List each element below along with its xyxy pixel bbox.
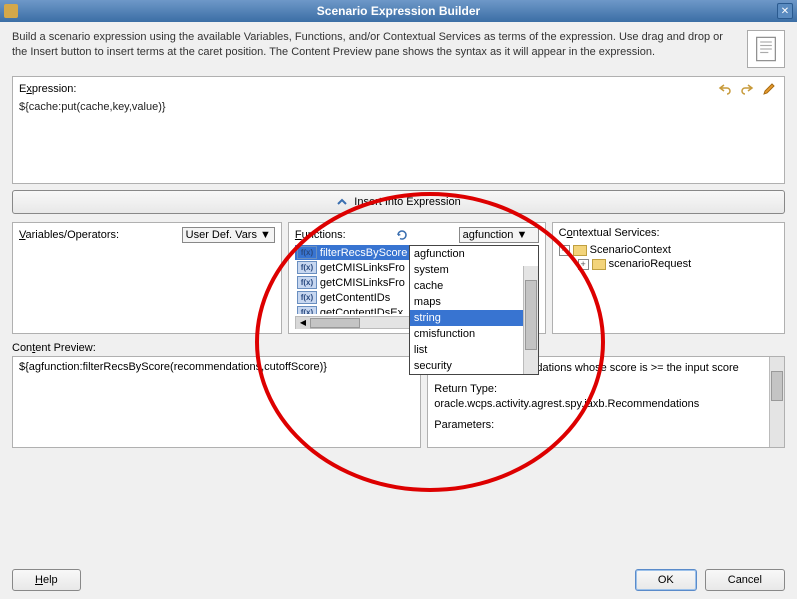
folder-icon	[592, 259, 606, 270]
return-type-value: oracle.wcps.activity.agrest.spy.jaxb.Rec…	[434, 397, 778, 412]
dropdown-option[interactable]: string	[410, 310, 538, 326]
intro-row: Build a scenario expression using the av…	[12, 30, 785, 68]
cancel-button[interactable]: Cancel	[705, 569, 785, 591]
dropdown-scrollbar[interactable]	[523, 266, 538, 374]
edit-icon[interactable]	[760, 81, 778, 97]
fx-icon: f(x)	[297, 246, 317, 259]
dropdown-option[interactable]: security	[410, 358, 538, 374]
contextual-panel: Contextual Services: −ScenarioContext +s…	[552, 222, 785, 334]
parameters-label: Parameters:	[434, 418, 778, 433]
ok-button[interactable]: OK	[635, 569, 697, 591]
functions-dropdown-open: agfunction system cache maps string cmis…	[409, 245, 539, 375]
dropdown-option[interactable]: system	[410, 262, 538, 278]
vertical-scrollbar[interactable]	[769, 357, 784, 447]
help-button[interactable]: Help	[12, 569, 81, 591]
insert-into-expression-button[interactable]: Insert Into Expression	[12, 190, 785, 214]
preview-expression: ${agfunction:filterRecsByScore(recommend…	[19, 361, 327, 373]
chevron-up-icon	[336, 196, 348, 208]
fx-icon: f(x)	[297, 276, 317, 289]
dropdown-option[interactable]: cmisfunction	[410, 326, 538, 342]
dropdown-option[interactable]: list	[410, 342, 538, 358]
functions-namespace-select[interactable]: agfunction ▼	[459, 227, 539, 243]
content-preview-label: Content Preview:	[12, 342, 785, 354]
expression-textarea[interactable]: ${cache:put(cache,key,value)}	[19, 99, 778, 179]
window-title: Scenario Expression Builder	[0, 4, 797, 18]
dropdown-option[interactable]: agfunction	[410, 246, 538, 262]
dropdown-option[interactable]: cache	[410, 278, 538, 294]
redo-icon[interactable]	[738, 81, 756, 97]
refresh-icon[interactable]	[394, 227, 410, 243]
fx-icon: f(x)	[297, 306, 317, 314]
expression-box: Expression: ${cache:put(cache,key,value)…	[12, 76, 785, 184]
variables-select[interactable]: User Def. Vars ▼	[182, 227, 275, 243]
intro-text: Build a scenario expression using the av…	[12, 30, 735, 68]
fx-icon: f(x)	[297, 291, 317, 304]
dropdown-option[interactable]: maps	[410, 294, 538, 310]
variables-label: Variables/Operators:	[19, 229, 119, 241]
undo-icon[interactable]	[716, 81, 734, 97]
expand-icon[interactable]: +	[578, 259, 589, 270]
return-type-label: Return Type:	[434, 382, 778, 397]
folder-icon	[573, 245, 587, 256]
collapse-icon[interactable]: −	[559, 245, 570, 256]
contextual-label: Contextual Services:	[559, 227, 660, 239]
titlebar: Scenario Expression Builder ✕	[0, 0, 797, 22]
functions-label: Functions:	[295, 229, 346, 241]
tree-node[interactable]: −ScenarioContext	[559, 243, 778, 257]
variables-panel: Variables/Operators: User Def. Vars ▼	[12, 222, 282, 334]
fx-icon: f(x)	[297, 261, 317, 274]
document-icon	[747, 30, 785, 68]
preview-expression-box: ${agfunction:filterRecsByScore(recommend…	[12, 356, 421, 448]
functions-panel: Functions: agfunction ▼ f(x)filterRecsBy…	[288, 222, 546, 334]
expression-label: Expression:	[19, 83, 76, 95]
contextual-tree[interactable]: −ScenarioContext +scenarioRequest	[559, 241, 778, 271]
tree-node[interactable]: +scenarioRequest	[559, 257, 778, 271]
